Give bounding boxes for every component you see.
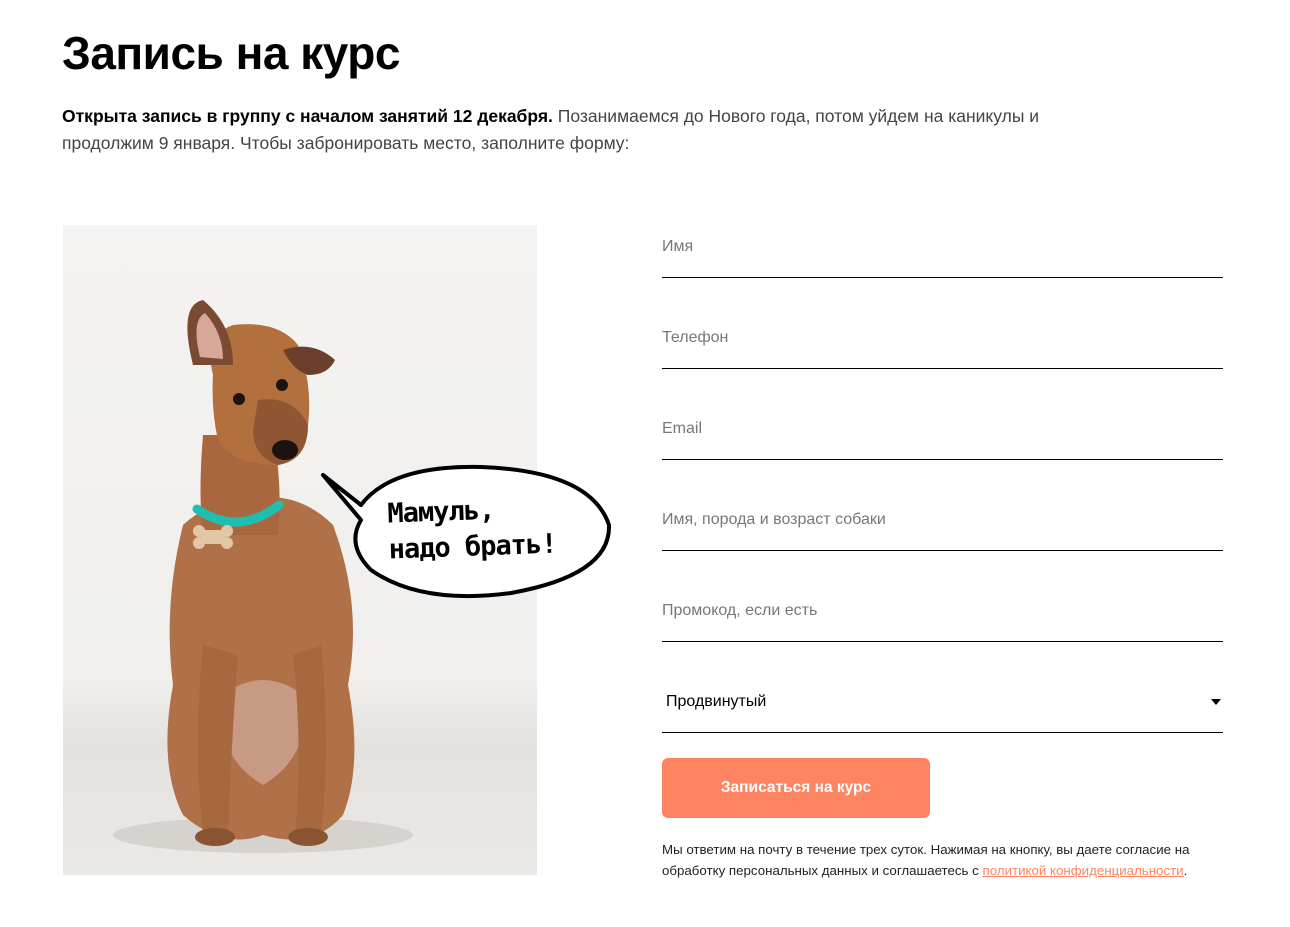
promo-field-wrapper [662, 589, 1223, 642]
dog-info-input[interactable] [662, 498, 1223, 542]
intro-bold: Открыта запись в группу с началом заняти… [62, 106, 553, 126]
speech-line-2: надо брать! [388, 528, 557, 566]
phone-input[interactable] [662, 316, 1223, 360]
submit-button[interactable]: Записаться на курс [662, 758, 930, 818]
consent-note: Мы ответим на почту в течение трех суток… [662, 839, 1227, 881]
page-title: Запись на курс [62, 27, 400, 79]
dog-photo: Мамуль, надо брать! [63, 225, 612, 875]
email-field-wrapper [662, 407, 1223, 460]
level-select[interactable]: Продвинутый [662, 680, 1223, 733]
name-input[interactable] [662, 225, 1223, 269]
phone-field-wrapper [662, 316, 1223, 369]
signup-form: Продвинутый Записаться на курс Мы ответи… [662, 225, 1223, 878]
email-input[interactable] [662, 407, 1223, 451]
consent-note-end: . [1183, 863, 1188, 878]
speech-bubble-text: Мамуль, надо брать! [387, 490, 589, 569]
privacy-policy-link[interactable]: политикой конфиденциальности [983, 863, 1184, 878]
dog-info-field-wrapper [662, 498, 1223, 551]
name-field-wrapper [662, 225, 1223, 278]
page: Запись на курс Открыта запись в группу с… [0, 0, 1290, 927]
level-select-value: Продвинутый [666, 693, 767, 710]
intro-text: Открыта запись в группу с началом заняти… [62, 103, 1072, 157]
caret-down-icon [1211, 699, 1221, 705]
promo-code-input[interactable] [662, 589, 1223, 633]
